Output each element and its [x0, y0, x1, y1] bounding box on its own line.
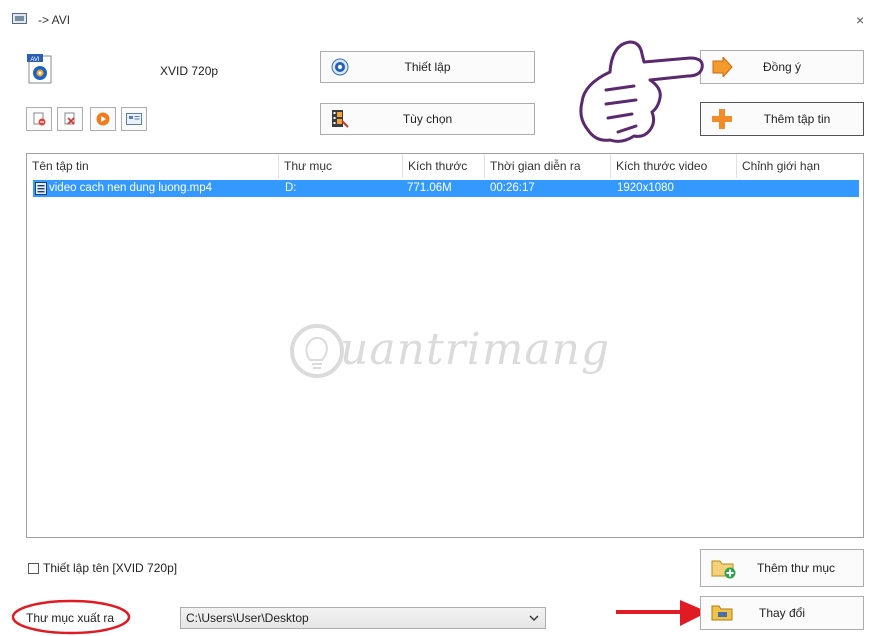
add-folder-label: Thêm thư mục — [756, 561, 836, 575]
settings-label: Thiết lập — [404, 60, 451, 74]
ok-label: Đồng ý — [762, 60, 802, 74]
watermark-text: uantrimang — [340, 324, 611, 375]
cell-folder: D: — [285, 182, 297, 194]
column-header-size[interactable]: Kích thước — [403, 154, 485, 178]
options-label: Tùy chọn — [402, 112, 453, 126]
output-path-combo[interactable]: C:\Users\User\Desktop — [180, 607, 546, 629]
cell-name: video cach nen dung luong.mp4 — [49, 182, 213, 194]
column-header-limit[interactable]: Chỉnh giới hạn — [737, 154, 863, 178]
output-path-value: C:\Users\User\Desktop — [186, 611, 309, 625]
app-icon — [12, 13, 27, 24]
add-folder-button[interactable]: Thêm thư mục — [700, 549, 864, 587]
set-name-checkbox[interactable] — [28, 563, 39, 574]
video-file-icon — [35, 182, 47, 195]
options-button[interactable]: Tùy chọn — [320, 103, 535, 135]
column-header-duration[interactable]: Thời gian diễn ra — [485, 154, 611, 178]
table-row[interactable]: video cach nen dung luong.mp4 D: 771.06M… — [33, 180, 859, 197]
red-arrow-annotation — [616, 600, 708, 626]
change-button[interactable]: Thay đổi — [700, 596, 864, 630]
set-name-label: Thiết lập tên [XVID 720p] — [43, 561, 178, 575]
cell-size: 771.06M — [407, 182, 452, 194]
column-header-folder[interactable]: Thư mục — [279, 154, 403, 178]
play-button[interactable] — [90, 107, 116, 131]
plus-icon — [712, 109, 732, 129]
arrow-right-icon — [712, 57, 733, 77]
watermark-logo: uantrimang — [288, 318, 609, 388]
folder-change-icon — [711, 605, 733, 621]
format-label: XVID 720p — [160, 64, 219, 78]
add-file-label: Thêm tập tin — [763, 112, 831, 126]
cell-video-size: 1920x1080 — [617, 182, 674, 194]
pointing-hand-icon — [579, 40, 704, 143]
change-label: Thay đổi — [758, 606, 806, 620]
film-options-icon — [332, 110, 349, 128]
lightbulb-icon — [290, 324, 344, 378]
remove-file-button[interactable] — [26, 107, 52, 131]
avi-file-icon: AVI — [27, 54, 52, 84]
settings-icon — [331, 58, 349, 76]
remove-file-icon — [33, 112, 46, 126]
svg-text:AVI: AVI — [30, 57, 40, 63]
window-title: -> AVI — [38, 13, 71, 27]
add-folder-icon — [711, 560, 736, 579]
clear-list-icon — [64, 112, 75, 125]
red-circle-annotation — [11, 599, 131, 635]
media-info-icon — [126, 113, 142, 125]
play-icon — [96, 112, 110, 126]
close-icon[interactable]: × — [856, 12, 864, 28]
column-header-name[interactable]: Tên tập tin — [27, 154, 279, 178]
media-info-button[interactable] — [121, 107, 147, 131]
chevron-down-icon[interactable] — [529, 615, 539, 622]
column-header-video-size[interactable]: Kích thước video — [611, 154, 737, 178]
add-file-button[interactable]: Thêm tập tin — [700, 102, 864, 136]
clear-list-button[interactable] — [57, 107, 83, 131]
settings-button[interactable]: Thiết lập — [320, 51, 535, 83]
cell-duration: 00:26:17 — [490, 182, 535, 194]
ok-button[interactable]: Đồng ý — [700, 50, 864, 84]
